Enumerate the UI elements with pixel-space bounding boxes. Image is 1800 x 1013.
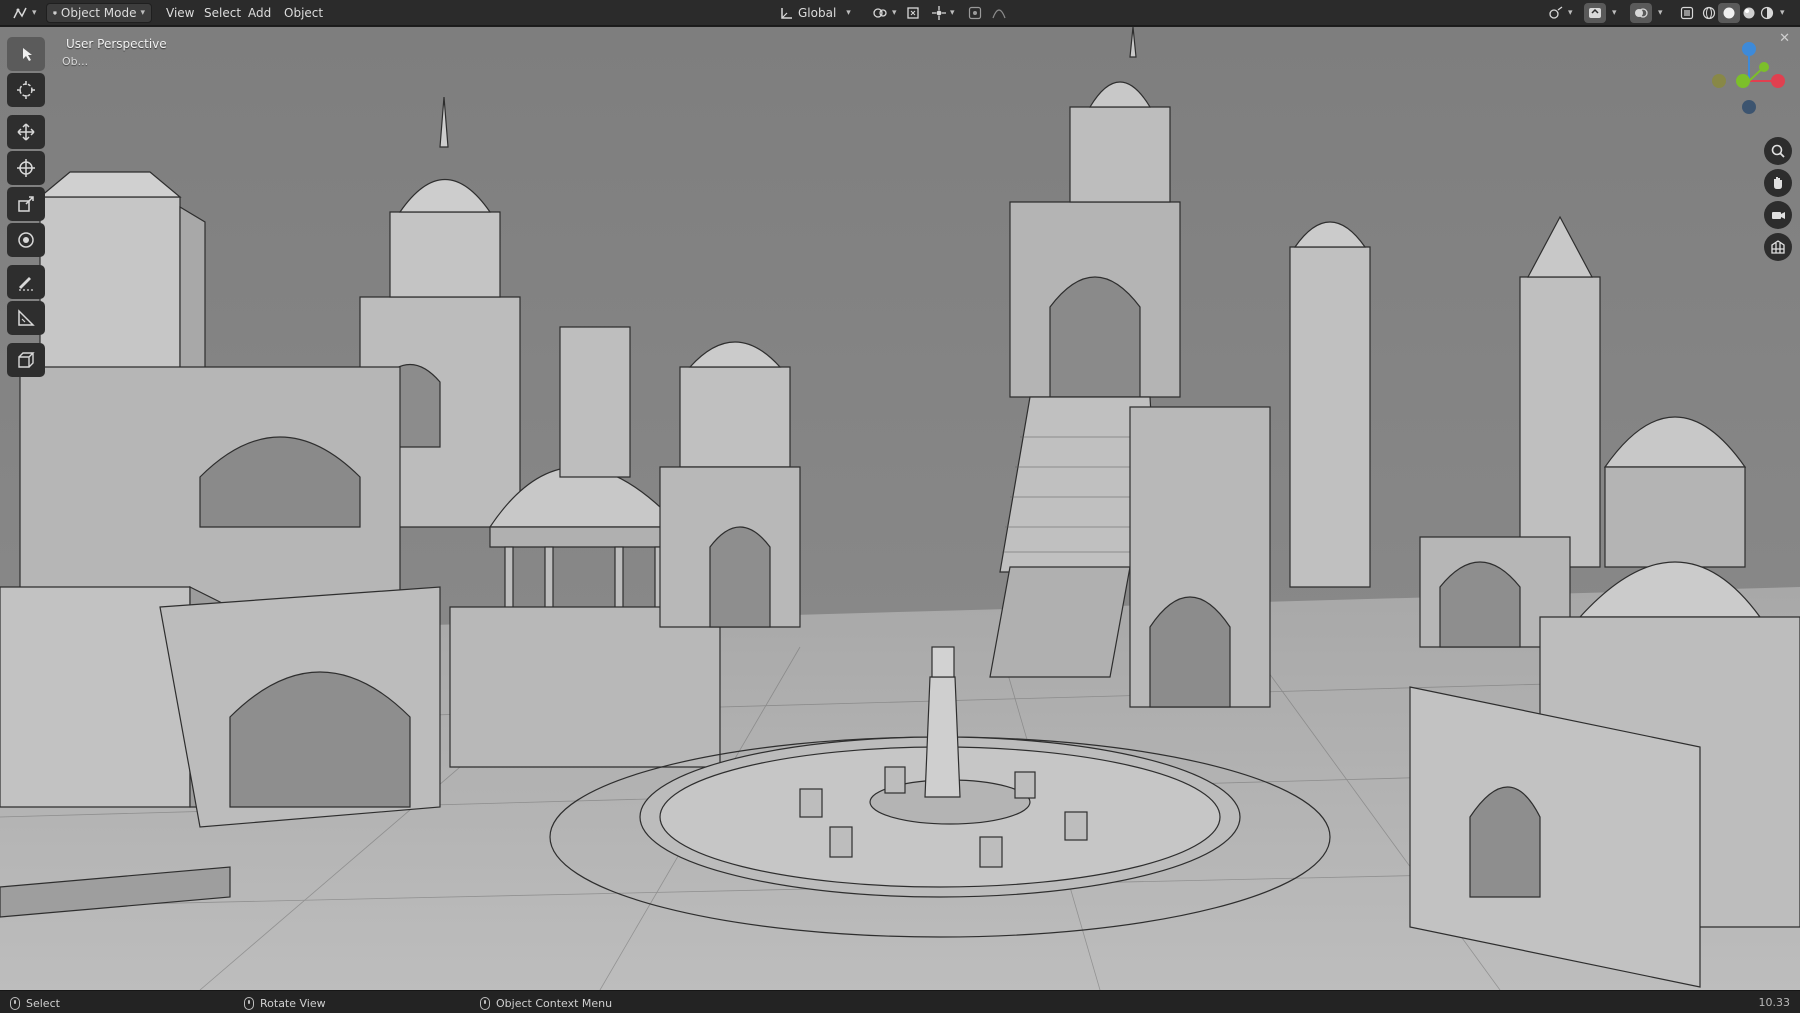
chevron-down-icon: ▾: [892, 8, 897, 18]
orientation-label: Global: [798, 6, 837, 20]
rendered-sphere-icon: [1760, 6, 1774, 20]
axis-orientation-icon: [781, 8, 792, 19]
shading-rendered[interactable]: [1756, 3, 1778, 23]
close-icon[interactable]: ✕: [1779, 31, 1790, 46]
material-sphere-icon: [1743, 7, 1755, 19]
z-axis-icon[interactable]: [1742, 42, 1756, 56]
tool-measure[interactable]: [7, 301, 45, 335]
xray-toggle[interactable]: [1676, 3, 1698, 23]
snap-target-button[interactable]: ▾: [926, 3, 961, 23]
grid-view-icon: [1771, 240, 1785, 254]
editor-type-button[interactable]: ▾: [6, 3, 43, 23]
cursor-icon: [17, 81, 35, 99]
scene-render: [0, 27, 1800, 990]
visibility-button[interactable]: ▾: [1542, 3, 1579, 23]
object-visibility-icon: [1549, 6, 1563, 19]
hand-pan-icon: [1774, 177, 1782, 189]
zoom-icon: [1771, 144, 1785, 158]
status-bar: Select Rotate View Object Context Menu 1…: [0, 990, 1800, 1013]
status-rotate: Rotate View: [244, 995, 326, 1011]
select-box-icon: [23, 48, 32, 61]
annotate-icon: [19, 277, 33, 291]
status-rotate-label: Rotate View: [260, 996, 326, 1010]
snap-icon: [907, 7, 919, 19]
transform-icon: [18, 232, 34, 248]
chevron-down-icon: ▾: [32, 8, 37, 18]
proportional-edit-toggle[interactable]: [964, 3, 986, 23]
chevron-down-icon: ▾: [950, 8, 955, 18]
menu-select[interactable]: Select: [198, 3, 247, 23]
status-select-label: Select: [26, 996, 60, 1010]
navigation-gizmo[interactable]: [1706, 35, 1792, 121]
snap-toggle[interactable]: [902, 3, 924, 23]
overlays-icon: [1635, 8, 1648, 18]
solid-sphere-icon: [1723, 7, 1735, 19]
gizmo-toggle[interactable]: [1584, 3, 1606, 23]
tool-shelf: [7, 37, 47, 379]
rotate-icon: [17, 159, 35, 177]
version-label: 10.33: [1758, 996, 1791, 1009]
status-context: Object Context Menu: [480, 995, 612, 1011]
chevron-down-icon[interactable]: ▾: [1780, 8, 1785, 18]
gizmo-icon: [1589, 8, 1601, 18]
neg-y-axis-icon[interactable]: [1736, 74, 1750, 88]
add-cube-icon: [18, 352, 35, 368]
chevron-down-icon: ▾: [1568, 8, 1573, 18]
shading-solid[interactable]: [1718, 3, 1740, 23]
mode-selector[interactable]: Object Mode ▾: [46, 3, 152, 23]
xray-icon: [1680, 6, 1694, 20]
pivot-icon: [873, 8, 887, 18]
tool-move[interactable]: [7, 115, 45, 149]
tool-add-cube[interactable]: [7, 343, 45, 377]
status-select: Select: [10, 995, 60, 1011]
mode-label: Object Mode: [60, 6, 137, 20]
neg-z-axis-icon[interactable]: [1742, 100, 1756, 114]
menu-object[interactable]: Object: [278, 3, 329, 23]
3d-viewport-icon: [13, 7, 27, 19]
tool-cursor[interactable]: [7, 73, 45, 107]
orientation-selector[interactable]: Global ▾: [774, 3, 857, 23]
tool-transform[interactable]: [7, 223, 45, 257]
tool-scale[interactable]: [7, 187, 45, 221]
falloff-button[interactable]: [988, 3, 1010, 23]
viewport-header: ▾ Object Mode ▾ View Select Add Object G…: [0, 0, 1800, 26]
mouse-left-icon: [10, 996, 20, 1010]
shading-wireframe[interactable]: [1698, 3, 1720, 23]
x-axis-icon[interactable]: [1771, 74, 1785, 88]
tool-rotate[interactable]: [7, 151, 45, 185]
camera-view-button[interactable]: [1764, 201, 1792, 229]
measure-icon: [18, 309, 35, 326]
neg-x-axis-icon[interactable]: [1712, 74, 1726, 88]
move-icon: [17, 123, 35, 141]
mouse-middle-icon: [244, 996, 254, 1010]
scale-icon: [18, 196, 34, 212]
3d-viewport[interactable]: User Perspective Ob... ✕: [0, 27, 1800, 990]
chevron-down-icon: ▾: [140, 8, 145, 18]
camera-icon: [1772, 212, 1785, 219]
object-mode-icon: [53, 11, 57, 15]
tool-annotate[interactable]: [7, 265, 45, 299]
proportional-edit-icon: [968, 6, 982, 20]
zoom-button[interactable]: [1764, 137, 1792, 165]
chevron-down-icon[interactable]: ▾: [1612, 8, 1617, 18]
y-axis-icon[interactable]: [1759, 62, 1769, 72]
viewport-title: User Perspective: [66, 37, 167, 51]
chevron-down-icon: ▾: [846, 8, 851, 18]
status-context-label: Object Context Menu: [496, 996, 613, 1010]
chevron-down-icon[interactable]: ▾: [1658, 8, 1663, 18]
tool-select-box[interactable]: [7, 37, 45, 71]
mouse-right-icon: [480, 996, 490, 1010]
ortho-toggle-button[interactable]: [1764, 233, 1792, 261]
snap-target-icon: [932, 6, 946, 20]
wireframe-sphere-icon: [1702, 6, 1716, 20]
menu-view[interactable]: View: [160, 3, 200, 23]
pan-button[interactable]: [1764, 169, 1792, 197]
viewport-collection: Ob...: [62, 55, 89, 68]
overlays-toggle[interactable]: [1630, 3, 1652, 23]
menu-add[interactable]: Add: [242, 3, 277, 23]
pivot-point-button[interactable]: ▾: [866, 3, 903, 23]
falloff-icon: [992, 9, 1006, 19]
